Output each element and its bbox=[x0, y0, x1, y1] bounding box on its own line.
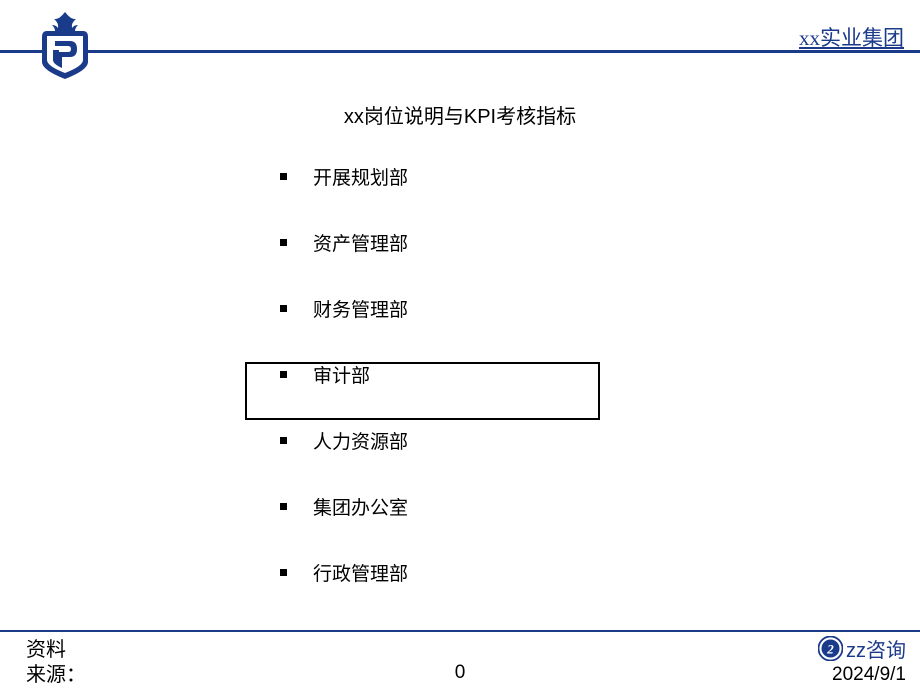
bullet-icon bbox=[280, 437, 287, 444]
consulting-label: zz咨询 bbox=[846, 634, 906, 663]
list-item: 财务管理部 bbox=[280, 295, 408, 322]
consulting-brand: 2 zz咨询 bbox=[818, 634, 906, 663]
list-item-label: 资产管理部 bbox=[313, 229, 408, 256]
bullet-icon bbox=[280, 173, 287, 180]
list-item-label: 财务管理部 bbox=[313, 295, 408, 322]
list-item-label: 审计部 bbox=[313, 361, 370, 388]
company-name: xx实业集团 bbox=[799, 22, 904, 52]
header-divider bbox=[0, 50, 920, 53]
header: xx实业集团 bbox=[0, 0, 920, 80]
list-item: 审计部 bbox=[280, 361, 408, 388]
page-title: xx岗位说明与KPI考核指标 bbox=[344, 100, 576, 129]
page-number: 0 bbox=[455, 662, 466, 684]
list-item-label: 行政管理部 bbox=[313, 559, 408, 586]
consulting-logo-icon: 2 bbox=[818, 636, 843, 661]
list-item: 集团办公室 bbox=[280, 493, 408, 520]
bullet-icon bbox=[280, 569, 287, 576]
bullet-icon bbox=[280, 503, 287, 510]
list-item: 资产管理部 bbox=[280, 229, 408, 256]
bullet-icon bbox=[280, 239, 287, 246]
list-item: 行政管理部 bbox=[280, 559, 408, 586]
footer: 资料来源： 0 2 zz咨询 2024/9/1 bbox=[0, 630, 920, 690]
bullet-icon bbox=[280, 305, 287, 312]
bullet-icon bbox=[280, 371, 287, 378]
list-item: 人力资源部 bbox=[280, 427, 408, 454]
list-item-label: 人力资源部 bbox=[313, 427, 408, 454]
list-item: 开展规划部 bbox=[280, 163, 408, 190]
svg-text:2: 2 bbox=[826, 642, 834, 657]
source-label: 资料来源： bbox=[26, 638, 86, 688]
date: 2024/9/1 bbox=[818, 664, 906, 686]
list-item-label: 开展规划部 bbox=[313, 163, 408, 190]
company-logo-icon bbox=[35, 12, 95, 80]
bullet-list: 开展规划部 资产管理部 财务管理部 审计部 人力资源部 集团办公室 行政管理部 bbox=[280, 163, 408, 625]
footer-right: 2 zz咨询 2024/9/1 bbox=[818, 634, 906, 686]
footer-divider bbox=[0, 630, 920, 632]
list-item-label: 集团办公室 bbox=[313, 493, 408, 520]
